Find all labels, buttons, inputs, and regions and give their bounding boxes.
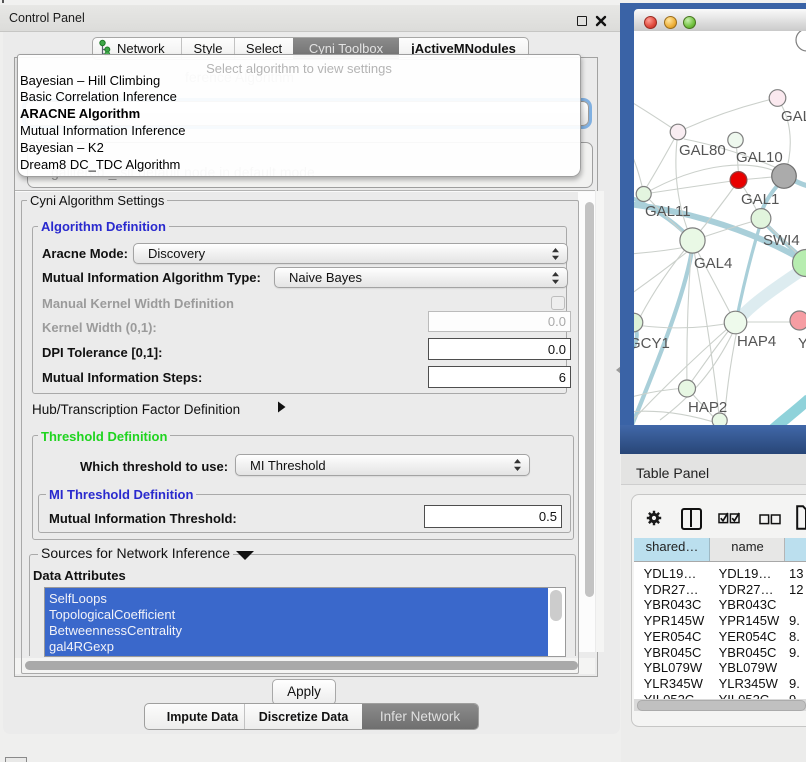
svg-text:GAL11: GAL11 bbox=[645, 203, 691, 220]
svg-text:GAL2: GAL2 bbox=[781, 108, 806, 125]
svg-text:HAP2: HAP2 bbox=[688, 399, 727, 416]
svg-text:GAL10: GAL10 bbox=[736, 149, 783, 166]
svg-text:YJR0: YJR0 bbox=[798, 335, 806, 352]
svg-text:GCY1: GCY1 bbox=[634, 335, 670, 352]
svg-text:SWI4: SWI4 bbox=[763, 232, 800, 249]
svg-text:GAL4: GAL4 bbox=[694, 255, 732, 272]
svg-text:HAP4: HAP4 bbox=[737, 333, 776, 350]
svg-text:GAL80: GAL80 bbox=[679, 142, 726, 159]
svg-text:GAL1: GAL1 bbox=[741, 191, 779, 208]
